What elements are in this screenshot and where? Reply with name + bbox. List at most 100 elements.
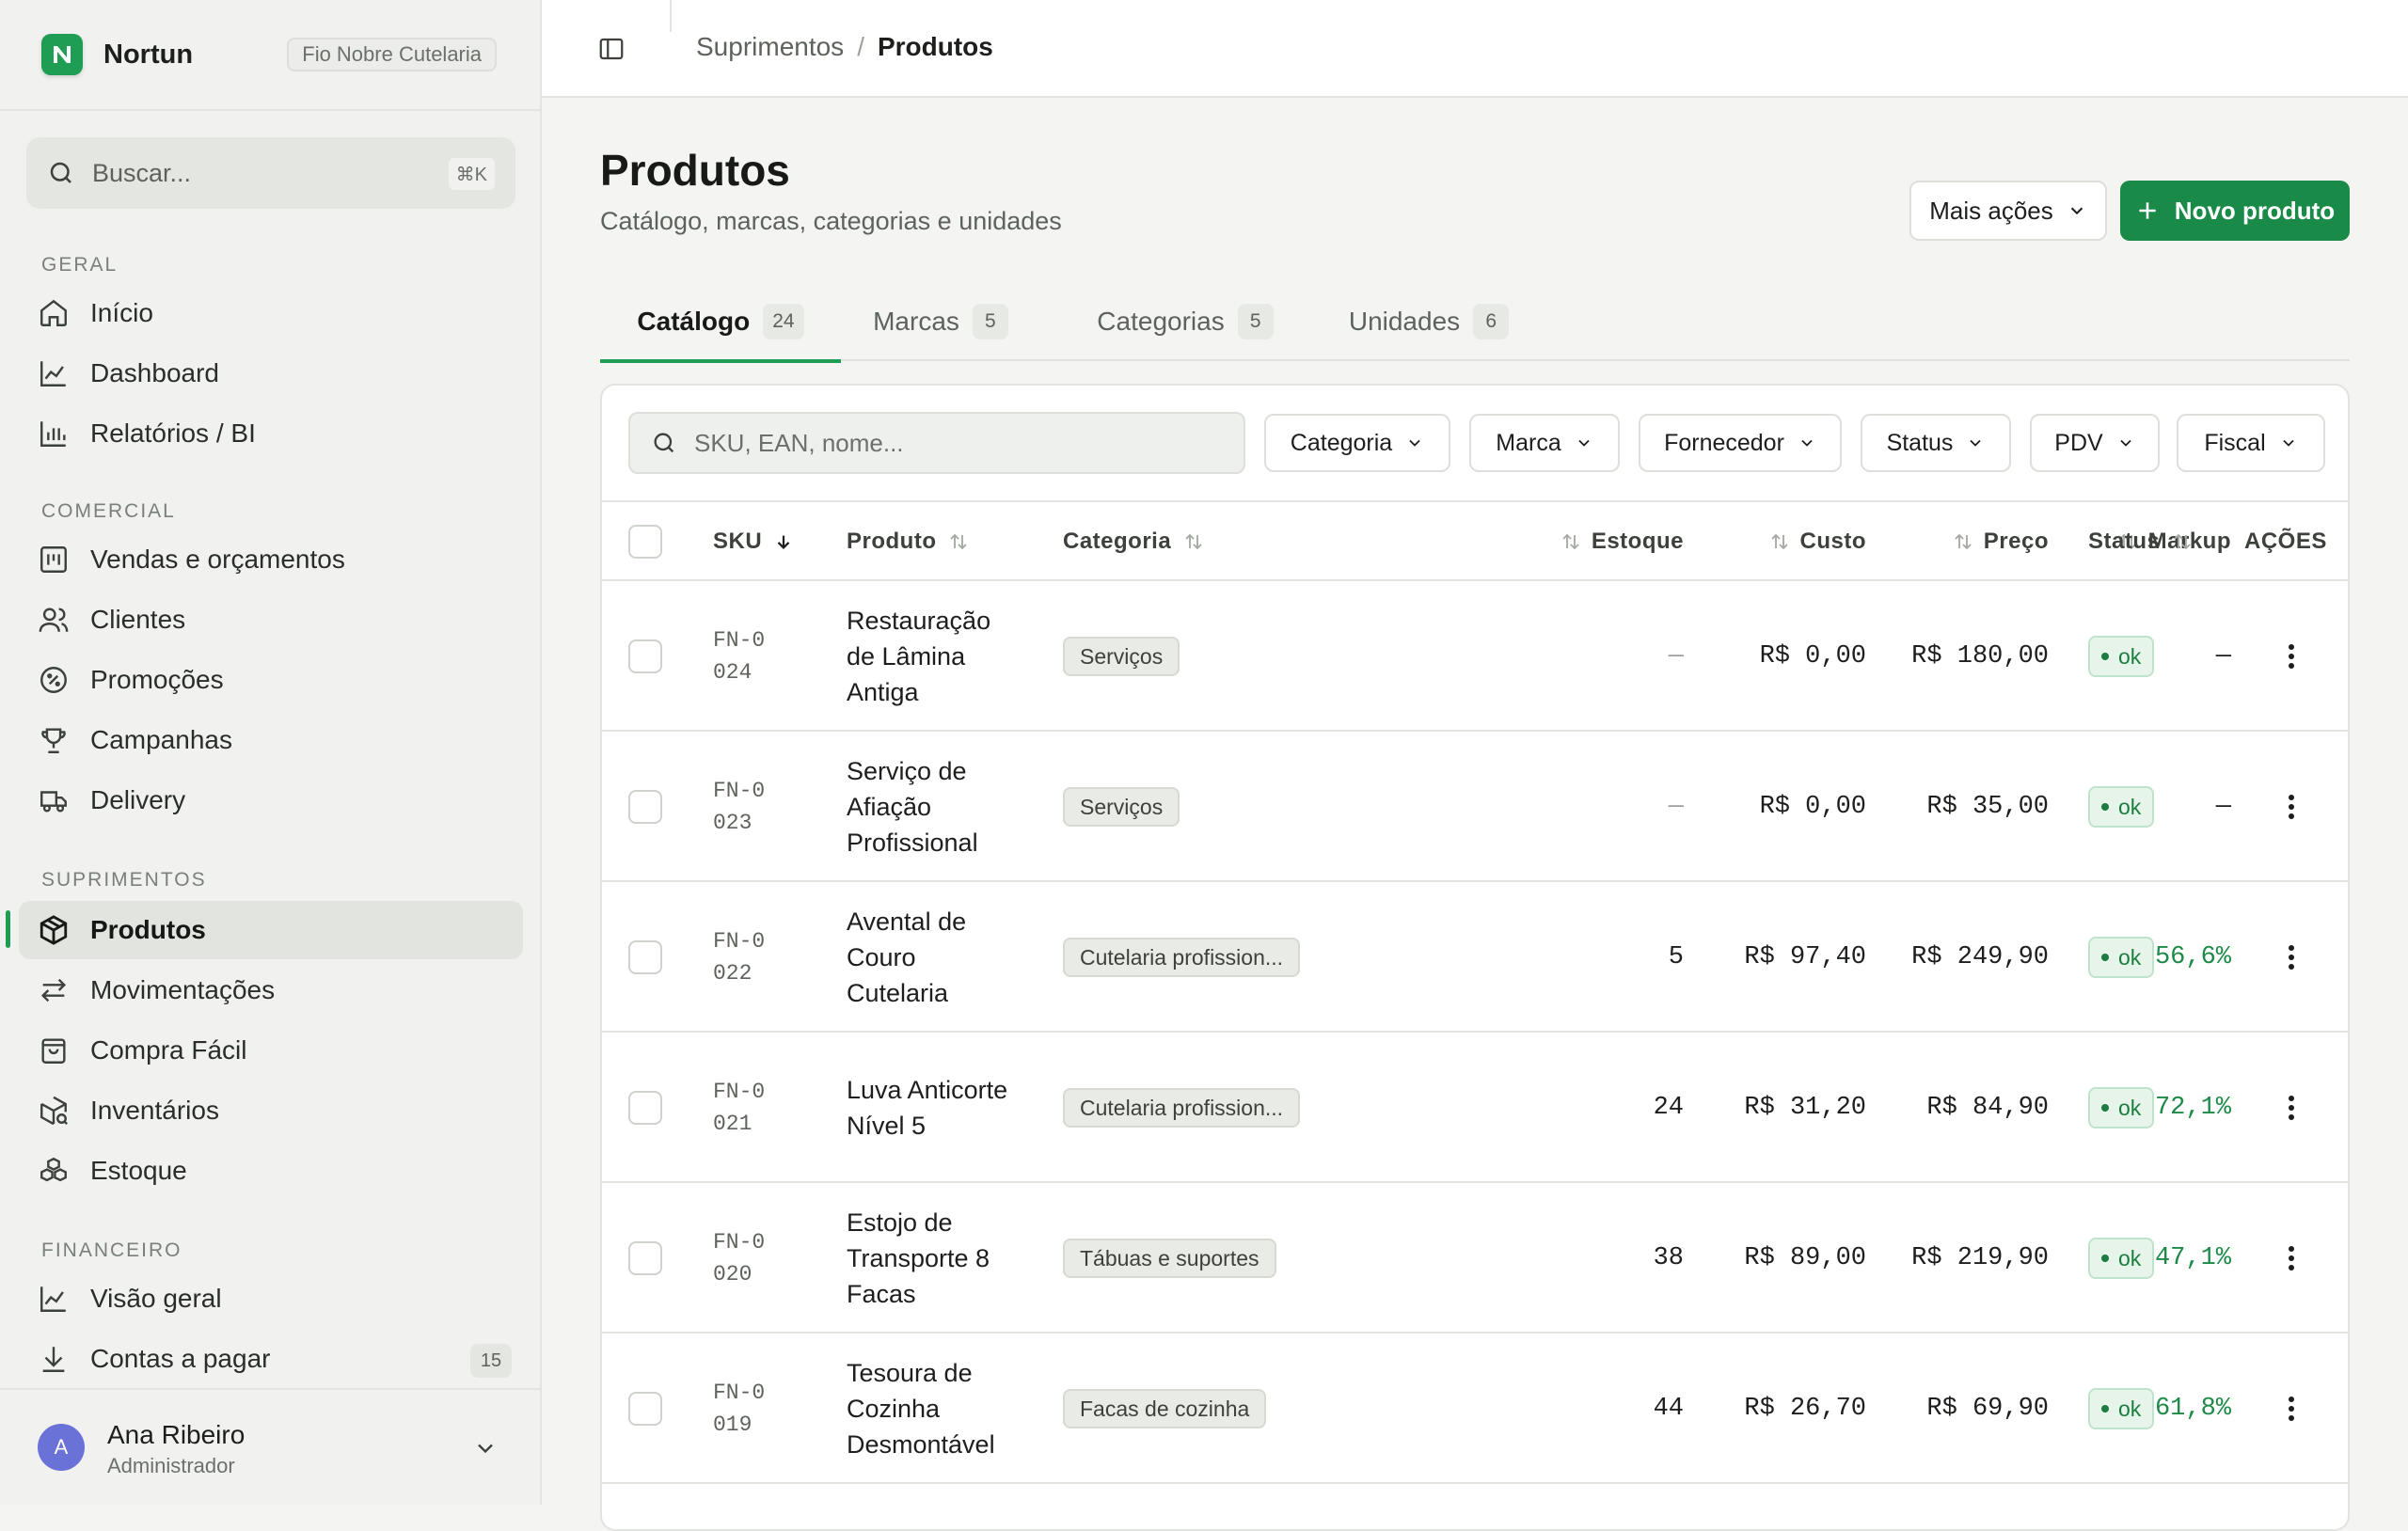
column-label: Custo — [1799, 529, 1866, 554]
sidebar-item-movimentacoes[interactable]: Movimentações — [19, 961, 523, 1019]
row-checkbox[interactable] — [628, 1091, 662, 1125]
tab-label: Categorias — [1097, 307, 1225, 336]
sidebar-item-vendas[interactable]: Vendas e orçamentos — [19, 530, 523, 589]
sidebar-item-inventarios[interactable]: Inventários — [19, 1081, 523, 1140]
product-name-cell[interactable]: Luva Anticorte Nível 5 — [847, 1072, 1016, 1144]
more-actions-button[interactable]: Mais ações — [1909, 181, 2107, 241]
table-row[interactable]: FN-0024 Restauração de Lâmina Antiga Servi… — [602, 581, 2348, 732]
table-row[interactable]: FN-0023 Serviço de Afiação Profissional Se… — [602, 732, 2348, 882]
sidebar-item-delivery[interactable]: Delivery — [19, 771, 523, 829]
product-name-cell[interactable]: Estojo de Transporte 8 Facas — [847, 1205, 1016, 1312]
more-vertical-icon — [2289, 644, 2294, 669]
tab-unidades[interactable]: Unidades 6 — [1332, 282, 1526, 361]
sku-cell: FN-0022 — [713, 929, 766, 986]
filter-pdv[interactable]: PDV — [2030, 414, 2160, 472]
column-header-produto[interactable]: Produto — [847, 502, 970, 581]
filter-fiscal[interactable]: Fiscal — [2177, 414, 2325, 472]
filter-fornecedor[interactable]: Fornecedor — [1639, 414, 1842, 472]
row-actions-button[interactable] — [2273, 1239, 2310, 1277]
tab-marcas[interactable]: Marcas 5 — [865, 282, 1016, 361]
column-header-status[interactable]: Status — [2088, 502, 2194, 581]
row-checkbox[interactable] — [628, 1241, 662, 1275]
breadcrumb-parent[interactable]: Suprimentos — [696, 32, 844, 62]
sidebar-item-label: Relatórios / BI — [90, 418, 256, 448]
table-row[interactable]: FN-0019 Tesoura de Cozinha Desmontável Fac… — [602, 1334, 2348, 1484]
sidebar-item-relatorios[interactable]: Relatórios / BI — [19, 404, 523, 463]
org-badge[interactable]: Fio Nobre Cutelaria — [287, 38, 497, 71]
sidebar-item-contas-a-pagar[interactable]: Contas a pagar 15 — [19, 1330, 523, 1388]
sidebar-toggle-button[interactable] — [594, 32, 628, 66]
chevron-down-icon — [2120, 439, 2131, 447]
table-row[interactable]: FN-0022 Avental de Couro Cutelaria Cutelar… — [602, 882, 2348, 1033]
product-name-cell[interactable]: Restauração de Lâmina Antiga — [847, 603, 1016, 710]
sidebar-item-inicio[interactable]: Início — [19, 284, 523, 342]
new-product-button[interactable]: Novo produto — [2120, 181, 2350, 241]
row-checkbox[interactable] — [628, 1392, 662, 1426]
sidebar: Nortun Fio Nobre Cutelaria Buscar... ⌘K … — [0, 0, 542, 1505]
status-dot-icon — [2101, 653, 2109, 660]
column-header-categoria[interactable]: Categoria — [1063, 502, 1205, 581]
sidebar-item-dashboard[interactable]: Dashboard — [19, 344, 523, 402]
tab-catalogo[interactable]: Catálogo 24 — [600, 282, 841, 363]
row-checkbox[interactable] — [628, 639, 662, 673]
column-header-estoque[interactable]: Estoque — [1373, 502, 1684, 581]
active-indicator — [6, 910, 10, 948]
column-label: Estoque — [1591, 529, 1684, 554]
tab-count: 6 — [1473, 304, 1510, 339]
column-header-custo[interactable]: Custo — [1684, 502, 1866, 581]
chevron-down-icon — [1970, 439, 1982, 447]
sidebar-item-compra-facil[interactable]: Compra Fácil — [19, 1021, 523, 1080]
arrows-swap-icon — [40, 978, 67, 1002]
row-actions-button[interactable] — [2273, 939, 2310, 976]
global-search[interactable]: Buscar... ⌘K — [26, 137, 515, 209]
cost-cell: R$ 0,00 — [1759, 642, 1866, 671]
chevron-down-icon — [1801, 439, 1813, 447]
table-search-input[interactable]: SKU, EAN, nome... — [628, 412, 1245, 474]
column-header-sku[interactable]: SKU — [713, 502, 794, 581]
filter-label: Fornecedor — [1664, 429, 1784, 456]
sidebar-item-campanhas[interactable]: Campanhas — [19, 711, 523, 769]
sidebar-item-clientes[interactable]: Clientes — [19, 591, 523, 649]
boxes-icon — [40, 1157, 67, 1182]
filter-label: PDV — [2054, 429, 2103, 456]
filter-marca[interactable]: Marca — [1469, 414, 1620, 472]
column-label: Categoria — [1063, 529, 1172, 554]
section-title-geral: GERAL — [41, 254, 119, 276]
sidebar-item-visao-geral[interactable]: Visão geral — [19, 1270, 523, 1328]
category-badge: Cutelaria profission... — [1063, 1088, 1301, 1128]
sidebar-item-estoque[interactable]: Estoque — [19, 1142, 523, 1200]
column-header-preco[interactable]: Preço — [1866, 502, 2049, 581]
brand[interactable]: Nortun — [41, 34, 193, 75]
row-checkbox[interactable] — [628, 790, 662, 824]
tab-label: Marcas — [873, 307, 959, 336]
search-placeholder: Buscar... — [92, 158, 192, 187]
price-cell: R$ 180,00 — [1911, 642, 2049, 671]
row-actions-button[interactable] — [2273, 788, 2310, 826]
category-badge: Cutelaria profission... — [1063, 938, 1301, 977]
user-menu[interactable]: A Ana Ribeiro Administrador — [0, 1388, 540, 1505]
table-row[interactable]: FN-0020 Estojo de Transporte 8 Facas Tábua… — [602, 1183, 2348, 1334]
chevron-down-icon[interactable] — [472, 1435, 499, 1461]
shopping-bag-icon — [41, 1038, 66, 1064]
row-checkbox[interactable] — [628, 940, 662, 974]
sidebar-item-promocoes[interactable]: Promoções — [19, 651, 523, 709]
filter-status[interactable]: Status — [1861, 414, 2011, 472]
status-badge: ok — [2088, 1238, 2155, 1279]
product-name-cell[interactable]: Tesoura de Cozinha Desmontável — [847, 1355, 1016, 1462]
percent-badge-icon — [40, 667, 67, 693]
category-badge: Tábuas e suportes — [1063, 1239, 1276, 1278]
stock-cell: — — [1668, 642, 1684, 671]
tab-bar: Catálogo 24 Marcas 5 Categorias 5 Unidad… — [600, 282, 2350, 363]
table-row[interactable]: FN-0021 Luva Anticorte Nível 5 Cutelaria p… — [602, 1033, 2348, 1183]
brand-logo-icon — [41, 34, 83, 75]
filter-categoria[interactable]: Categoria — [1264, 414, 1450, 472]
row-actions-button[interactable] — [2273, 638, 2310, 675]
product-name-cell[interactable]: Serviço de Afiação Profissional — [847, 753, 1016, 860]
row-actions-button[interactable] — [2273, 1089, 2310, 1127]
sidebar-item-produtos[interactable]: Produtos — [19, 901, 523, 959]
tab-categorias[interactable]: Categorias 5 — [1085, 282, 1285, 361]
product-name-cell[interactable]: Avental de Couro Cutelaria — [847, 904, 1016, 1011]
select-all-checkbox[interactable] — [628, 525, 662, 559]
row-actions-button[interactable] — [2273, 1390, 2310, 1428]
stock-cell: 5 — [1668, 943, 1684, 971]
